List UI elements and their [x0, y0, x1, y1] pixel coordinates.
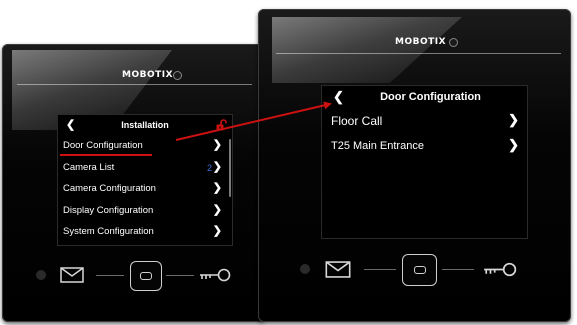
chevron-right-icon: ❯	[212, 225, 222, 237]
menu-item-floor-call[interactable]: Floor Call ❯	[322, 108, 527, 133]
key-icon[interactable]	[482, 262, 518, 277]
screen-title: Door Configuration	[380, 91, 481, 103]
chevron-right-icon: ❯	[508, 137, 519, 152]
intercom-panel-door-configuration: MOBOTIX ❮ Door Configuration Floor Call …	[258, 9, 571, 322]
brand-logo: MOBOTIX	[122, 70, 174, 80]
divider-line	[442, 269, 474, 270]
intercom-panel-installation: MOBOTIX ❮ Installation Door Configuratio…	[2, 44, 265, 322]
highlight-underline	[60, 154, 152, 156]
menu-item-label: T25 Main Entrance	[331, 139, 424, 152]
key-icon[interactable]	[198, 268, 232, 282]
status-led	[173, 71, 182, 80]
menu-item-label: Camera Configuration	[63, 183, 156, 195]
glass-reflection	[272, 17, 462, 83]
menu-item-label: Camera List	[63, 161, 115, 173]
home-button[interactable]	[130, 261, 162, 291]
home-button-symbol	[414, 266, 426, 274]
mail-icon[interactable]	[325, 261, 351, 278]
home-button[interactable]	[402, 254, 437, 286]
divider-line	[166, 275, 194, 276]
menu-item-camera-configuration[interactable]: Camera Configuration ❯	[58, 178, 232, 200]
glass-reflection-line	[17, 84, 252, 85]
screen-title-bar: ❮ Door Configuration	[322, 86, 527, 108]
microphone-hole	[36, 270, 46, 280]
brand-logo: MOBOTIX	[395, 37, 447, 47]
chevron-right-icon: ❯	[212, 160, 222, 173]
menu-item-system-configuration[interactable]: System Configuration ❯	[58, 221, 232, 243]
installation-screen: ❮ Installation Door Configuration ❯ Came…	[57, 114, 233, 246]
home-button-symbol	[140, 272, 152, 280]
scrollbar[interactable]	[229, 139, 231, 197]
microphone-hole	[300, 264, 310, 274]
door-configuration-screen: ❮ Door Configuration Floor Call ❯ T25 Ma…	[321, 85, 528, 239]
chevron-right-icon: ❯	[212, 203, 222, 216]
menu-item-label: Display Configuration	[63, 204, 154, 216]
menu-item-t25-main-entrance[interactable]: T25 Main Entrance ❯	[322, 133, 527, 158]
menu-item-label: Floor Call	[331, 113, 383, 128]
menu-item-label: Door Configuration	[63, 140, 143, 152]
menu-item-display-configuration[interactable]: Display Configuration ❯	[58, 200, 232, 222]
status-led	[449, 38, 458, 47]
menu-item-label: System Configuration	[63, 226, 154, 238]
chevron-right-icon: ❯	[212, 182, 222, 194]
open-lock-icon	[216, 119, 227, 131]
menu-item-camera-list[interactable]: Camera List 2 ❯	[58, 157, 232, 179]
glass-reflection-line	[276, 53, 561, 54]
stage: MOBOTIX ❮ Installation Door Configuratio…	[0, 0, 577, 325]
chevron-right-icon: ❯	[212, 139, 222, 151]
divider-line	[364, 269, 396, 270]
chevron-right-icon: ❯	[508, 112, 519, 127]
screen-title: Installation	[121, 120, 169, 130]
divider-line	[96, 275, 124, 276]
camera-count-badge: 2	[206, 162, 212, 173]
screen-title-bar: ❮ Installation	[58, 115, 232, 135]
mail-icon[interactable]	[60, 267, 84, 283]
